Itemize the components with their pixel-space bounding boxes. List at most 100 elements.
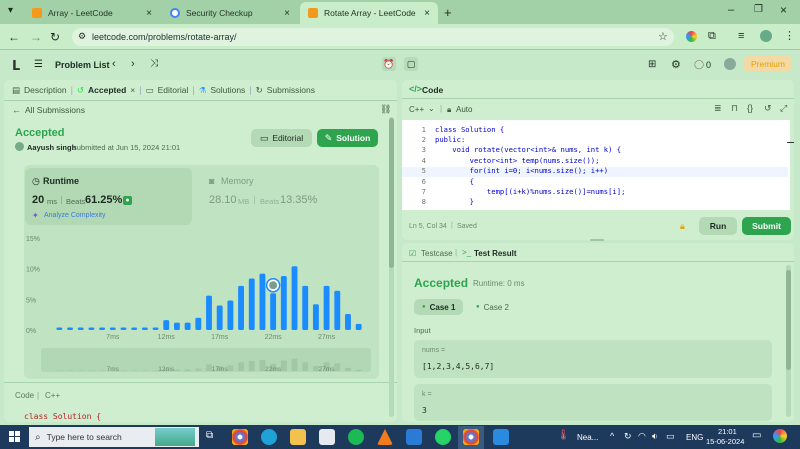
clock-date[interactable]: 15-06-2024 xyxy=(706,437,744,446)
next-problem-icon[interactable]: › xyxy=(131,58,135,70)
new-tab-icon[interactable]: + xyxy=(444,5,452,20)
reload-icon[interactable]: ↻ xyxy=(50,30,60,44)
profile-avatar[interactable] xyxy=(760,30,772,42)
vscode-icon[interactable] xyxy=(406,429,422,445)
reset-icon[interactable]: ↺ xyxy=(764,103,772,114)
chrome-active-icon[interactable] xyxy=(463,429,479,445)
close-tab-icon[interactable]: × xyxy=(424,8,430,19)
resize-handle[interactable] xyxy=(590,239,604,241)
code-line[interactable]: 2 public: xyxy=(404,134,625,144)
case-1-tab[interactable]: ● Case 1 xyxy=(414,299,464,315)
auto-label[interactable]: Auto xyxy=(456,105,472,114)
tab-testcase[interactable]: Testcase xyxy=(421,249,453,258)
share-link-icon[interactable]: ⛓ xyxy=(380,104,391,115)
line-text[interactable]: { xyxy=(435,177,474,186)
code-line[interactable]: 8 } xyxy=(404,197,625,207)
code-lines[interactable]: 1 class Solution {2 public: 3 void rotate(v… xyxy=(404,124,626,207)
task-view-icon[interactable]: ⧉ xyxy=(206,430,213,441)
reading-list-icon[interactable]: ≡ xyxy=(738,30,744,42)
close-tab-x-icon[interactable]: × xyxy=(130,85,135,95)
result-scrollbar-thumb[interactable] xyxy=(786,270,791,370)
run-button[interactable]: Run xyxy=(699,217,737,235)
site-info-icon[interactable]: ⚙ xyxy=(78,31,86,42)
premium-lock-icon[interactable]: 🔒︎ xyxy=(680,221,685,232)
tab-editorial[interactable]: Editorial xyxy=(158,85,189,95)
code-line[interactable]: 5 for(int i=0; i<nums.size(); i++) xyxy=(404,166,625,176)
shuffle-icon[interactable]: ⤨ xyxy=(150,58,158,69)
screen-app-icon[interactable] xyxy=(493,429,509,445)
left-scrollbar-thumb[interactable] xyxy=(389,118,394,268)
language-select[interactable]: C++ xyxy=(409,105,424,114)
clock-time[interactable]: 21:01 xyxy=(718,427,737,436)
solution-button[interactable]: ✎ Solution xyxy=(317,129,378,147)
code-line[interactable]: 3 void rotate(vector<int>& nums, int k) … xyxy=(404,145,625,155)
line-text[interactable]: public: xyxy=(435,135,465,144)
editorial-button[interactable]: ▭ Editorial xyxy=(251,129,312,147)
close-window-icon[interactable]: × xyxy=(780,3,787,17)
notes-icon[interactable]: ▢ xyxy=(404,57,418,71)
line-text[interactable]: } xyxy=(435,197,474,206)
all-submissions-link[interactable]: All Submissions xyxy=(25,105,85,115)
analyze-complexity-link[interactable]: Analyze Complexity xyxy=(44,212,105,219)
line-text[interactable]: temp[(i+k)%nums.size()]=nums[i]; xyxy=(435,187,625,196)
back-icon[interactable]: ← xyxy=(8,30,20,44)
browser-tab-rotate-array[interactable]: Rotate Array - LeetCode × xyxy=(300,2,438,24)
line-text[interactable]: vector<int> temp(nums.size()); xyxy=(435,156,600,165)
puzzle-icon[interactable]: ⧉ xyxy=(708,30,716,43)
prev-problem-icon[interactable]: ‹ xyxy=(112,58,116,70)
line-text[interactable]: class Solution { xyxy=(435,125,504,134)
windows-start-icon[interactable] xyxy=(9,431,20,442)
premium-button[interactable]: Premium xyxy=(744,56,792,72)
case-2-tab[interactable]: ● Case 2 xyxy=(470,299,515,315)
browser-tab-array[interactable]: Array - LeetCode × xyxy=(24,2,160,24)
sync-icon[interactable]: ↻ xyxy=(624,431,632,442)
volume-icon[interactable]: 🔉︎ xyxy=(652,431,658,442)
settings-gear-icon[interactable]: ⚙ xyxy=(671,58,681,71)
minimize-icon[interactable]: – xyxy=(728,4,734,16)
submit-button[interactable]: Submit xyxy=(742,217,791,235)
browser-menu-icon[interactable]: ⋮ xyxy=(784,29,795,42)
leetcode-logo-icon[interactable]: ᒪ xyxy=(12,58,20,74)
braces-icon[interactable]: {} xyxy=(747,103,753,113)
chrome-taskbar-icon[interactable] xyxy=(232,429,248,445)
chevron-down-icon[interactable]: ⌄ xyxy=(428,104,435,113)
tab-accepted[interactable]: Accepted xyxy=(88,85,126,95)
url-text[interactable]: leetcode.com/problems/rotate-array/ xyxy=(92,32,237,42)
format-icon[interactable]: ≣ xyxy=(714,103,722,114)
tab-list-icon[interactable]: ▾ xyxy=(8,5,13,16)
bookmark-star-icon[interactable]: ☆ xyxy=(658,30,668,43)
tab-submissions[interactable]: Submissions xyxy=(267,85,315,95)
browser-tab-security[interactable]: Security Checkup × xyxy=(162,2,298,24)
edge-taskbar-icon[interactable] xyxy=(261,429,277,445)
copilot-icon[interactable] xyxy=(773,429,787,443)
layout-icon[interactable]: ⊞ xyxy=(648,59,656,70)
spotify-icon[interactable] xyxy=(348,429,364,445)
notification-icon[interactable]: ▭ xyxy=(752,430,761,441)
battery-icon[interactable]: ▭ xyxy=(666,431,675,442)
tab-test-result[interactable]: Test Result xyxy=(474,249,517,258)
timer-icon[interactable]: ⏰ xyxy=(382,57,396,71)
restore-icon[interactable]: ❐ xyxy=(754,4,763,15)
language-indicator[interactable]: ENG xyxy=(686,433,703,442)
back-arrow-icon[interactable]: ← xyxy=(12,105,21,115)
code-line[interactable]: 6 { xyxy=(404,176,625,186)
close-tab-icon[interactable]: × xyxy=(284,8,290,19)
whatsapp-icon[interactable] xyxy=(435,429,451,445)
submitter-name[interactable]: Aayush singh xyxy=(27,143,76,152)
tab-description[interactable]: Description xyxy=(24,85,67,95)
user-avatar[interactable] xyxy=(724,58,736,70)
wifi-icon[interactable]: ◠ xyxy=(638,431,646,442)
tab-solutions[interactable]: Solutions xyxy=(210,85,245,95)
code-line[interactable]: 1 class Solution { xyxy=(404,124,625,134)
weather-text[interactable]: Nea... xyxy=(577,433,598,442)
tray-chevron-icon[interactable]: ^ xyxy=(610,431,614,441)
close-tab-icon[interactable]: × xyxy=(146,8,152,19)
extension-icon[interactable] xyxy=(686,31,697,42)
problem-list-link[interactable]: Problem List xyxy=(55,60,110,70)
fire-streak-icon[interactable]: ◯ xyxy=(694,59,704,70)
line-text[interactable]: for(int i=0; i<nums.size(); i++) xyxy=(435,166,608,175)
code-line[interactable]: 7 temp[(i+k)%nums.size()]=nums[i]; xyxy=(404,186,626,196)
expand-icon[interactable]: ⤢ xyxy=(780,103,787,114)
bookmark-icon[interactable]: ⊓ xyxy=(731,103,738,114)
code-line[interactable]: 4 vector<int> temp(nums.size()); xyxy=(404,155,625,165)
